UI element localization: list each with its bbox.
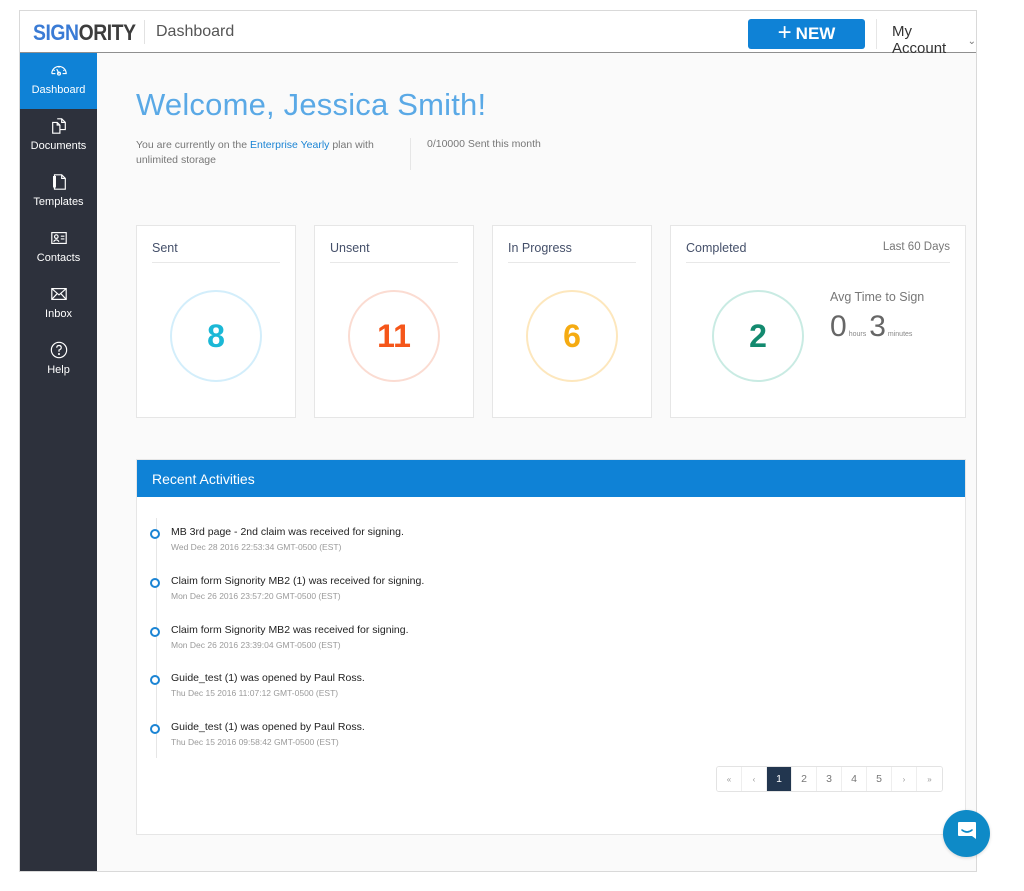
divider — [876, 19, 877, 49]
stat-card-in-progress[interactable]: In Progress 6 — [492, 225, 652, 418]
activity-timestamp: Thu Dec 15 2016 09:58:42 GMT-0500 (EST) — [171, 737, 339, 747]
contact-card-icon — [50, 229, 68, 247]
sidebar-item-label: Documents — [30, 140, 87, 152]
recent-activities-panel: Recent Activities MB 3rd page - 2nd clai… — [136, 459, 966, 835]
minutes-label: minutes — [887, 331, 913, 338]
timeline-dot-icon — [150, 529, 160, 539]
recent-activities-title: Recent Activities — [137, 460, 965, 497]
card-title: In Progress — [508, 241, 572, 255]
new-button-label: NEW — [795, 24, 836, 43]
stat-card-unsent[interactable]: Unsent 11 — [314, 225, 474, 418]
stat-card-sent[interactable]: Sent 8 — [136, 225, 296, 418]
sidebar-item-label: Templates — [33, 196, 84, 208]
chat-launcher-button[interactable] — [943, 810, 990, 857]
welcome-heading: Welcome, Jessica Smith! — [136, 87, 487, 122]
divider — [508, 262, 636, 263]
activity-timestamp: Thu Dec 15 2016 11:07:12 GMT-0500 (EST) — [171, 688, 339, 698]
sent-this-month: 0/10000 Sent this month — [427, 138, 541, 150]
gauge-icon — [50, 61, 68, 79]
page-button-5[interactable]: 5 — [867, 767, 892, 791]
templates-icon — [50, 173, 68, 191]
divider — [686, 262, 950, 263]
activity-text: Guide_test (1) was opened by Paul Ross. — [171, 721, 365, 733]
sidebar-item-label: Dashboard — [31, 84, 86, 96]
sidebar-item-templates[interactable]: Templates — [20, 165, 97, 221]
stat-ring: 6 — [526, 290, 618, 382]
logo-ority: ORITY — [78, 20, 136, 45]
avg-time-value: 0 hours 3 minutes — [830, 310, 915, 344]
card-title: Unsent — [330, 241, 370, 255]
sidebar-item-dashboard[interactable]: Dashboard — [20, 53, 97, 109]
card-title: Sent — [152, 241, 178, 255]
chat-bubble-icon — [955, 819, 979, 848]
card-title: Completed — [686, 241, 747, 255]
stat-ring: 8 — [170, 290, 262, 382]
sidebar-item-documents[interactable]: Documents — [20, 109, 97, 165]
last-page-button[interactable]: » — [917, 767, 942, 791]
sidebar: Dashboard Documents Templates Contacts I… — [20, 53, 97, 871]
question-circle-icon — [50, 341, 68, 359]
period-label: Last 60 Days — [882, 241, 950, 253]
stat-ring: 2 — [712, 290, 804, 382]
timeline-dot-icon — [150, 724, 160, 734]
page-button-3[interactable]: 3 — [817, 767, 842, 791]
chevron-down-icon: ⌄ — [967, 36, 976, 47]
sidebar-item-help[interactable]: Help — [20, 333, 97, 389]
pagination: « ‹ 1 2 3 4 5 › » — [716, 766, 943, 792]
divider — [410, 138, 411, 170]
prev-page-button[interactable]: ‹ — [742, 767, 767, 791]
divider — [152, 262, 280, 263]
divider — [144, 20, 145, 44]
my-account-label: My Account — [892, 23, 947, 57]
documents-icon — [50, 117, 68, 135]
hours-label: hours — [848, 331, 867, 338]
avg-hours: 0 — [830, 310, 847, 343]
signority-logo[interactable]: SIGNORITY — [33, 20, 136, 46]
page-title: Dashboard — [156, 23, 235, 40]
timeline-dot-icon — [150, 675, 160, 685]
envelope-icon — [50, 285, 68, 303]
activity-timestamp: Mon Dec 26 2016 23:57:20 GMT-0500 (EST) — [171, 591, 341, 601]
sidebar-item-inbox[interactable]: Inbox — [20, 277, 97, 333]
app-window: SIGNORITY Dashboard + NEW My Account ⌄ D… — [19, 10, 977, 872]
sidebar-item-label: Contacts — [36, 252, 81, 264]
page-button-4[interactable]: 4 — [842, 767, 867, 791]
plan-link[interactable]: Enterprise Yearly — [250, 139, 329, 151]
activity-text: Guide_test (1) was opened by Paul Ross. — [171, 672, 365, 684]
page-button-1[interactable]: 1 — [767, 767, 792, 791]
sidebar-item-contacts[interactable]: Contacts — [20, 221, 97, 277]
timeline-dot-icon — [150, 627, 160, 637]
activity-timestamp: Mon Dec 26 2016 23:39:04 GMT-0500 (EST) — [171, 640, 341, 650]
new-button[interactable]: + NEW — [748, 19, 865, 49]
stat-card-completed[interactable]: Completed Last 60 Days 2 Avg Time to Sig… — [670, 225, 966, 418]
sidebar-item-label: Inbox — [45, 308, 72, 320]
stat-ring: 11 — [348, 290, 440, 382]
activity-text: Claim form Signority MB2 (1) was receive… — [171, 575, 425, 587]
activity-timestamp: Wed Dec 28 2016 22:53:34 GMT-0500 (EST) — [171, 542, 342, 552]
sidebar-item-label: Help — [47, 364, 70, 376]
activity-text: MB 3rd page - 2nd claim was received for… — [171, 526, 404, 538]
activity-text: Claim form Signority MB2 was received fo… — [171, 624, 409, 636]
my-account-menu[interactable]: My Account ⌄ — [892, 23, 976, 57]
avg-time-title: Avg Time to Sign — [830, 290, 925, 304]
divider — [330, 262, 458, 263]
plan-prefix: You are currently on the — [136, 139, 251, 151]
page-button-2[interactable]: 2 — [792, 767, 817, 791]
next-page-button[interactable]: › — [892, 767, 917, 791]
avg-minutes: 3 — [869, 310, 886, 343]
plus-icon: + — [777, 19, 792, 46]
plan-info: You are currently on the Enterprise Year… — [136, 138, 406, 168]
logo-sign: SIGN — [33, 20, 79, 45]
timeline-line — [156, 518, 157, 758]
top-bar: SIGNORITY Dashboard + NEW My Account ⌄ — [20, 11, 976, 57]
timeline-dot-icon — [150, 578, 160, 588]
main-content: Welcome, Jessica Smith! You are currentl… — [97, 53, 976, 871]
first-page-button[interactable]: « — [717, 767, 742, 791]
